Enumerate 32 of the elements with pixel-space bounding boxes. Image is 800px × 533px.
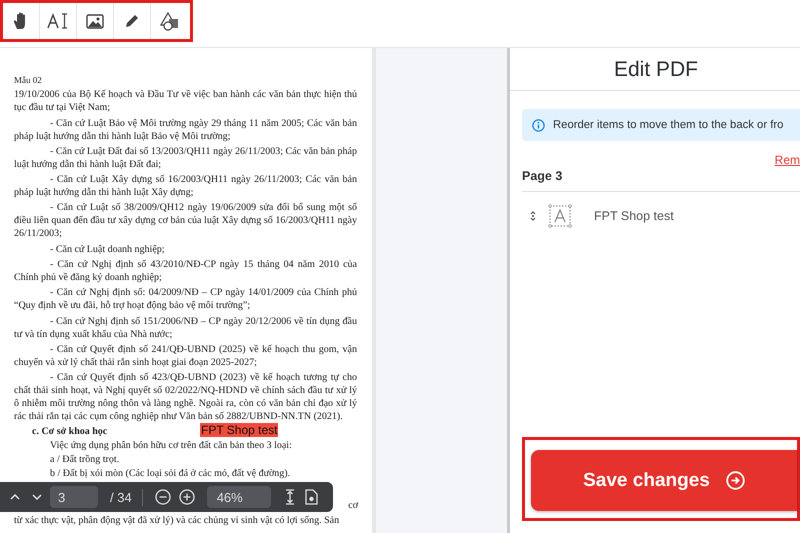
paragraph: a / Đất trồng trọt. — [49, 453, 120, 466]
paragraph: - Căn cứ Luật Bảo vệ Môi trường ngày 29 tháng 11 năm 2005; Các văn bản pháp luật hướng dẫn thi hành luật Bảo vệ Môi trường; — [14, 116, 357, 143]
text-annotation[interactable]: FPT Shop test — [200, 423, 278, 438]
paragraph: - Căn cứ Luật Xây dựng số 16/2003/QH11 ngày 26/11/2003; Các văn bản pháp luật hướng dẫn thi hành luật Xây dựng; — [14, 173, 357, 200]
item-label[interactable]: FPT Shop test — [594, 209, 674, 223]
page-heading: Page 3 — [522, 169, 800, 192]
paragraph: 19/10/2006 của Bộ Kế hoạch và Đầu Tư về việc ban hành các văn bản thực hiện thủ tục đầu tư tại Việt Nam; — [14, 88, 357, 114]
paragraph: - Căn cứ Quyết định số 241/QĐ-UBND (2025) về kế hoạch thu gom, vận chuyển và xử lý chất thải rắn sinh hoạt giai đoạn 2025-2027; — [14, 342, 357, 369]
info-text: Reorder items to move them to the back or fro — [553, 119, 784, 131]
paragraph: Việc ứng dụng phân bón hữu cơ trên đất căn bản theo 3 loại: — [49, 439, 293, 452]
text-box-icon — [548, 204, 572, 228]
paragraph: b / Đất bị xói mòn (Các loại sỏi đá ở các mỏ, đất vệ đường). — [49, 467, 292, 480]
panel-title: Edit PDF — [510, 48, 800, 91]
paragraph: - Căn cứ Luật Đất đai số 13/2003/QH11 ngày 26/11/2003; Các văn bản pháp luật hướng dẫn thi hành luật Đất đai; — [14, 144, 357, 171]
paragraph: - Căn cứ Luật số 38/2009/QH12 ngày 19/06/2009 sửa đổi bổ sung một số điều liên quan đến đầu tư xây dựng cơ bản của luật Xây dựng số 16/2003/QH11 ngày 26/11/2003; — [14, 201, 357, 240]
save-button[interactable]: Save changes — [531, 450, 797, 511]
page-number-field[interactable]: 3 — [50, 486, 98, 508]
document-header: Mẫu 02 — [14, 74, 43, 86]
paragraph: từ xác thực vật, phân động vật đã xử lý) và các chủng vi sinh vật có lợi sống. Sản — [14, 514, 340, 527]
paragraph: - Căn cứ Nghị định số 151/2006/NĐ – CP ngày 20/12/2006 về tín dụng đầu tư và tín dụng xuất khẩu của Nhà nước; — [14, 314, 357, 341]
paragraph: - Căn cứ Quyết định số 423/QĐ-UBND (2023) về kế hoạch tương tự cho chất thải sinh hoạt, và Nghị quyết số 02/2022/NQ-HDND về chính sách đầu tư xử lý ô nhiễm môi trường nông thôn và làng nghề. Ngoài ra, còn có văn bản chỉ đạo xử lý rác thải rắn tại các cụm công nghiệp như Văn bản số 2882/UBND-NN.TN (2021). — [14, 371, 357, 424]
paragraph: - Căn cứ Nghị định số: 04/2009/NĐ – CP ngày 14/01/2009 của Chính phủ “Quy định về ưu đãi, hỗ trợ hoạt động bảo vệ môi trường”; — [14, 286, 357, 312]
zoom-field[interactable]: 46% — [206, 486, 271, 508]
remove-link[interactable]: Rem — [774, 153, 800, 167]
paragraph: cơ — [348, 499, 358, 512]
drag-handle-icon[interactable] — [530, 210, 536, 222]
arrow-circle-icon — [726, 471, 745, 490]
section-heading: c. Cơ sở khoa học — [32, 425, 108, 438]
paragraph: - Căn cứ Nghị định số 43/2010/NĐ-CP ngày 15 tháng 04 năm 2010 của Chính phủ về đăng ký doanh nghiệp; — [14, 258, 357, 284]
info-icon — [532, 118, 545, 132]
page-total: / 34 — [110, 490, 132, 504]
paragraph: - Căn cứ Luật doanh nghiệp; — [49, 242, 166, 256]
